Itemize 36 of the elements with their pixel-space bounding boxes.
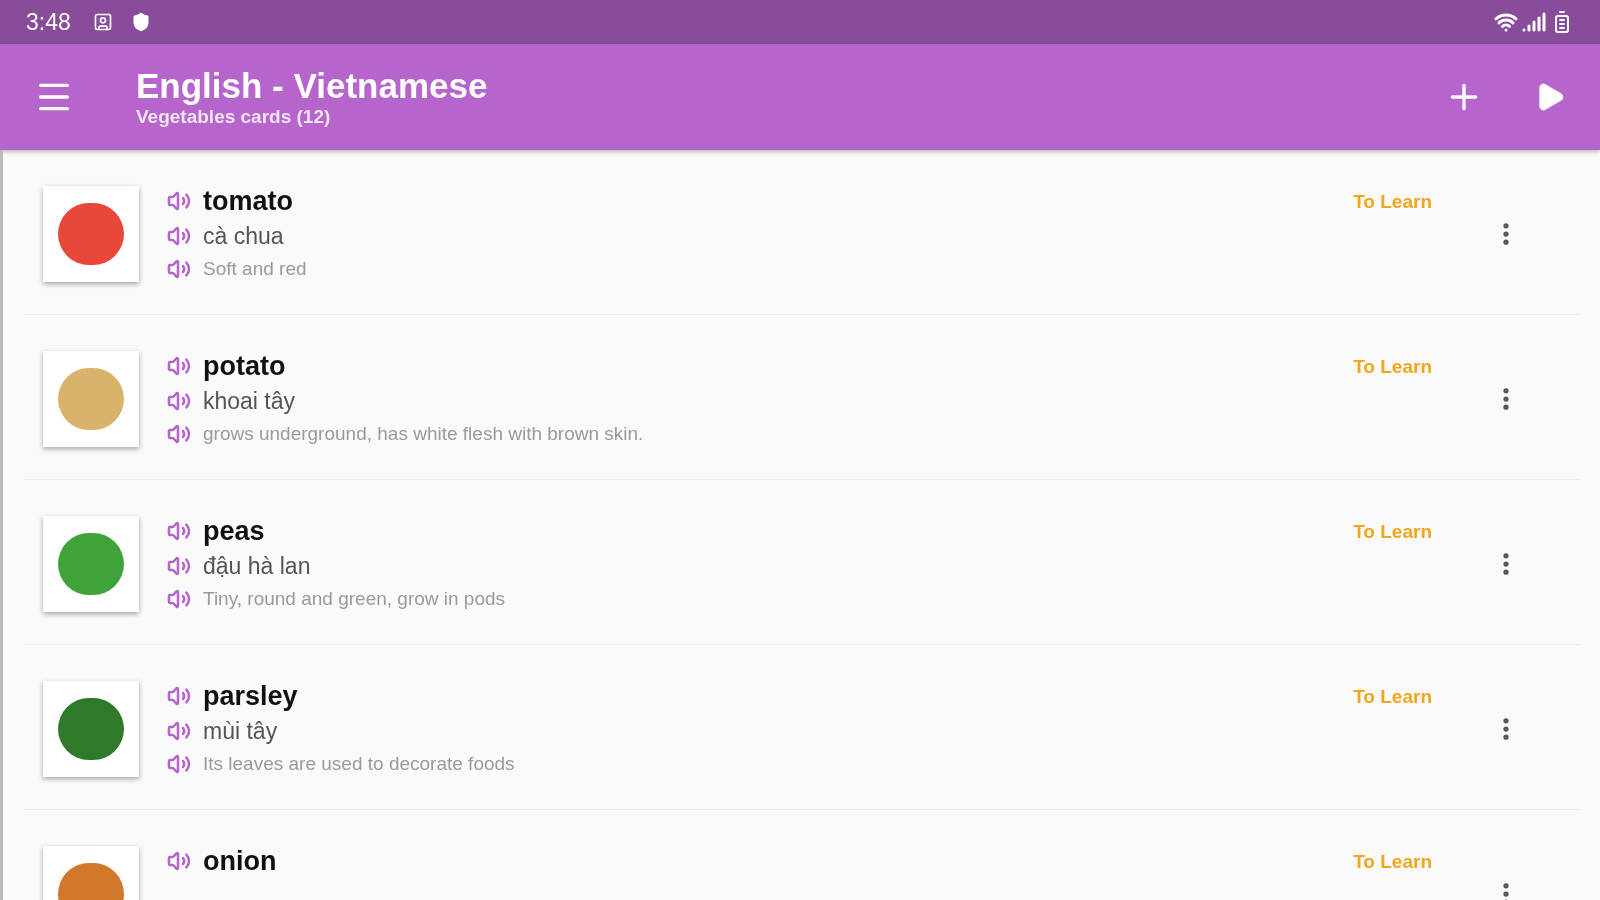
speaker-icon[interactable] [167,389,191,413]
speaker-icon[interactable] [167,587,191,611]
speaker-icon[interactable] [167,519,191,543]
app-title: English - Vietnamese [136,66,488,106]
speaker-icon[interactable] [167,554,191,578]
card-description: Its leaves are used to decorate foods [203,751,515,776]
card-description: grows underground, has white flesh with brown skin. [203,421,644,446]
notification-icon [92,12,113,32]
card-translation: mùi tây [203,716,278,746]
speaker-icon[interactable] [167,752,191,776]
speaker-icon[interactable] [167,849,191,873]
card-word: tomato [203,184,293,218]
card-translation: đậu hà lan [203,551,311,581]
status-label: To Learn [1353,355,1432,379]
status-label: To Learn [1353,520,1432,544]
card-word: peas [203,514,265,548]
speaker-icon[interactable] [167,422,191,446]
signal-icon [1522,10,1546,34]
speaker-icon[interactable] [167,354,191,378]
card-description: Soft and red [203,256,307,281]
status-label: To Learn [1353,685,1432,709]
card-translation: cà chua [203,221,284,251]
speaker-icon[interactable] [167,224,191,248]
speaker-icon[interactable] [167,684,191,708]
status-label: To Learn [1353,850,1432,874]
speaker-icon[interactable] [167,257,191,281]
speaker-icon[interactable] [167,719,191,743]
app-subtitle: Vegetables cards (12) [136,106,332,128]
status-time: 3:48 [26,7,71,37]
card-word: parsley [203,679,298,713]
card-translation: khoai tây [203,386,296,416]
card-word: onion [203,844,277,878]
speaker-icon[interactable] [167,189,191,213]
card-word: potato [203,349,286,383]
status-label: To Learn [1353,190,1432,214]
card-description: Tiny, round and green, grow in pods [203,586,506,611]
